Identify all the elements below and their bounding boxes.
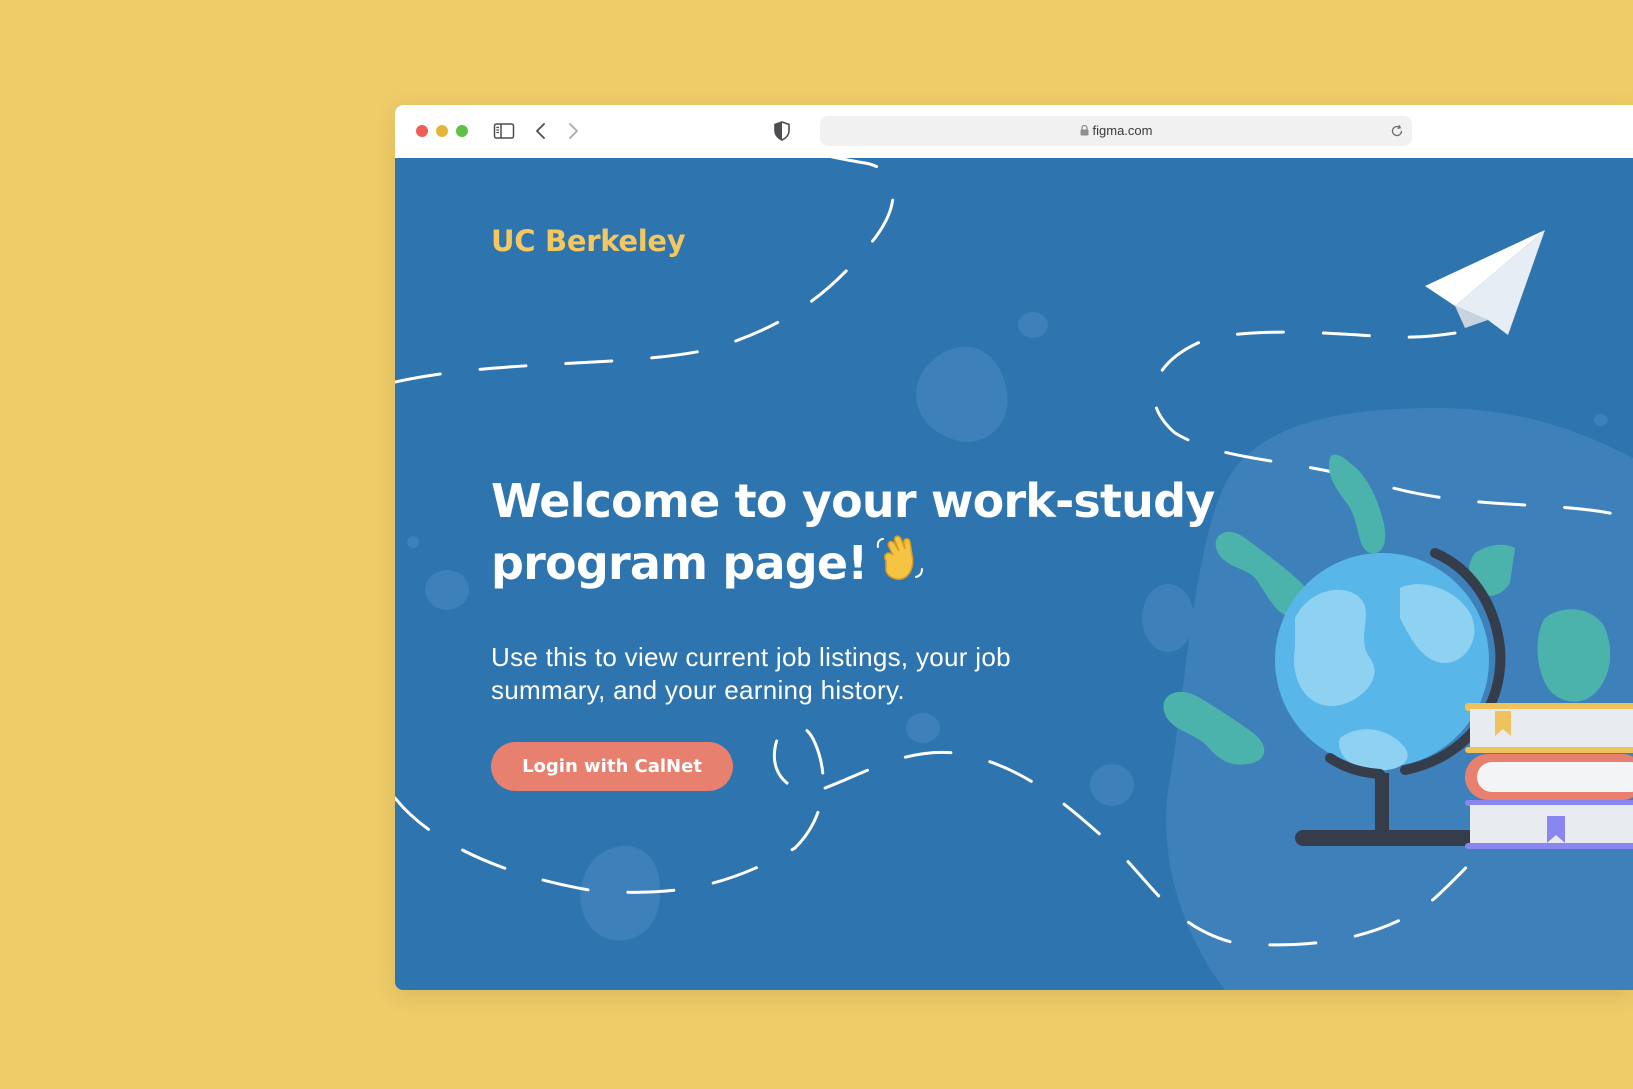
reload-icon[interactable] — [1390, 124, 1404, 138]
shield-icon[interactable] — [770, 119, 794, 143]
minimize-window-button[interactable] — [436, 125, 448, 137]
login-calnet-button[interactable]: Login with CalNet — [491, 742, 733, 791]
lock-icon — [1080, 124, 1089, 136]
sidebar-icon[interactable] — [492, 119, 516, 143]
close-window-button[interactable] — [416, 125, 428, 137]
forward-icon[interactable] — [561, 119, 585, 143]
page-title: Welcome to your work-study program page! — [491, 470, 1251, 594]
back-icon[interactable] — [529, 119, 553, 143]
zoom-window-button[interactable] — [456, 125, 468, 137]
page-title-line2: program page! — [491, 536, 868, 590]
stack-of-books — [1465, 703, 1633, 849]
waving-hand-icon — [876, 535, 923, 580]
page-content: UC Berkeley Welcome to your work-study p… — [395, 158, 1633, 990]
address-bar[interactable]: figma.com — [820, 116, 1412, 146]
brand-logo: UC Berkeley — [491, 224, 686, 258]
url-text: figma.com — [1092, 123, 1153, 138]
url-display[interactable]: figma.com — [820, 123, 1412, 138]
page-subtitle: Use this to view current job listings, y… — [491, 642, 1011, 705]
browser-toolbar: figma.com — [395, 105, 1633, 158]
paper-plane — [1425, 230, 1545, 335]
browser-window: figma.com UC Berkeley Welcome to your wo… — [395, 105, 1633, 990]
page-title-line1: Welcome to your work-study — [491, 474, 1215, 528]
